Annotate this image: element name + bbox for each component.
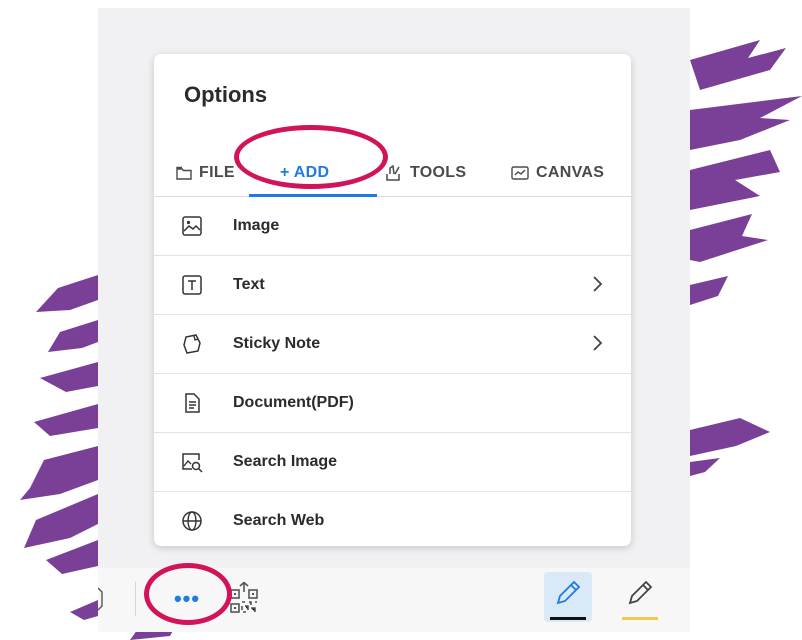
- options-panel: Options FILE + ADD TOOLS CANVAS Image Te…: [154, 54, 631, 546]
- chevron-right-icon: [591, 275, 603, 298]
- pen-icon: [625, 578, 655, 613]
- panel-title: Options: [184, 82, 268, 107]
- pen-icon: [553, 578, 583, 613]
- folder-icon: [176, 166, 192, 180]
- text-icon: [181, 274, 203, 296]
- tab-tools[interactable]: TOOLS: [385, 150, 466, 196]
- menu-item-label: Search Image: [233, 453, 338, 470]
- document-icon: [181, 392, 203, 414]
- menu-item-search-image[interactable]: Search Image: [154, 433, 631, 492]
- menu-item-search-web[interactable]: Search Web: [154, 492, 631, 546]
- sticky-note-icon: [181, 333, 203, 355]
- menu-item-label: Text: [233, 276, 265, 293]
- canvas-icon: [511, 166, 529, 180]
- partial-tool-icon[interactable]: [98, 586, 104, 617]
- menu-item-text[interactable]: Text: [154, 256, 631, 315]
- qr-share-icon[interactable]: [229, 581, 259, 619]
- menu-item-sticky-note[interactable]: Sticky Note: [154, 315, 631, 374]
- pen-color-indicator: [622, 617, 658, 620]
- add-menu-list: Image Text Sticky Note Document(PDF) Sea…: [154, 197, 631, 546]
- menu-item-label: Image: [233, 217, 280, 234]
- tab-label: FILE: [199, 164, 235, 181]
- pen-tool-black-button[interactable]: [544, 572, 592, 622]
- pen-tool-yellow-button[interactable]: [616, 572, 664, 622]
- menu-item-label: Search Web: [233, 512, 325, 529]
- highlight-circle-add-tab: [234, 125, 388, 189]
- globe-icon: [181, 510, 203, 532]
- menu-item-image[interactable]: Image: [154, 197, 631, 256]
- tab-canvas[interactable]: CANVAS: [511, 150, 604, 196]
- tab-label: TOOLS: [410, 164, 467, 181]
- tab-bar: FILE + ADD TOOLS CANVAS: [154, 150, 631, 197]
- menu-item-label: Document(PDF): [233, 394, 354, 411]
- pen-color-indicator: [550, 617, 586, 620]
- menu-item-label: Sticky Note: [233, 335, 321, 352]
- image-icon: [181, 215, 203, 237]
- tools-icon: [385, 164, 403, 182]
- search-image-icon: [181, 451, 203, 473]
- menu-item-document-pdf[interactable]: Document(PDF): [154, 374, 631, 433]
- tab-label: CANVAS: [536, 164, 605, 181]
- highlight-circle-more-button: [144, 563, 232, 625]
- toolbar-divider: [135, 582, 136, 616]
- chevron-right-icon: [591, 334, 603, 357]
- app-window: Options FILE + ADD TOOLS CANVAS Image Te…: [98, 8, 690, 632]
- tab-file[interactable]: FILE: [176, 150, 235, 196]
